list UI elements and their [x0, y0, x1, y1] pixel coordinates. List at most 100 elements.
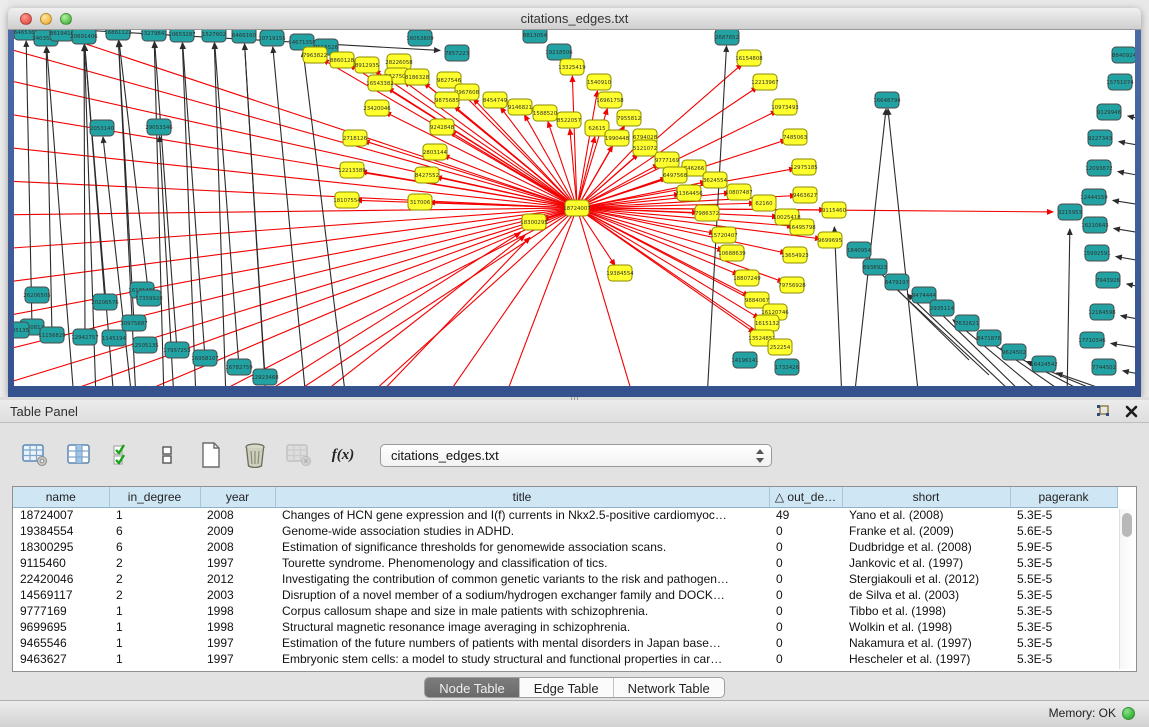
graph-node[interactable]: 9463627: [793, 187, 817, 203]
table-cell[interactable]: 1997: [200, 635, 275, 651]
select-all-icon[interactable]: [108, 440, 138, 470]
graph-node[interactable]: 252254: [768, 339, 792, 355]
graph-node[interactable]: 8471876: [977, 330, 1002, 346]
graph-node[interactable]: 16861122: [104, 30, 131, 40]
graph-node[interactable]: 8186328: [405, 69, 430, 85]
graph-node[interactable]: 62160: [752, 195, 776, 211]
graph-node[interactable]: 8860128: [330, 52, 355, 68]
table-cell[interactable]: 2012: [200, 571, 275, 587]
table-cell[interactable]: 5.9E-5: [1010, 539, 1117, 555]
table-cell[interactable]: Estimation of significance thresholds fo…: [275, 539, 769, 555]
table-cell[interactable]: 1: [109, 635, 200, 651]
graph-node[interactable]: 12942757: [71, 329, 98, 345]
table-cell[interactable]: 22420046: [13, 571, 109, 587]
graph-node[interactable]: 2687652: [715, 30, 739, 45]
graph-node[interactable]: 20691406: [70, 30, 98, 44]
graph-node[interactable]: 2718126: [343, 130, 368, 146]
table-cell[interactable]: Disruption of a novel member of a sodium…: [275, 587, 769, 603]
table-scrollbar[interactable]: [1119, 509, 1134, 669]
graph-node[interactable]: 12923468: [251, 369, 279, 385]
graph-node[interactable]: 7857223: [445, 45, 469, 61]
tab-node-table[interactable]: Node Table: [425, 678, 520, 697]
graph-node[interactable]: 1588520: [533, 105, 558, 121]
table-cell[interactable]: de Silva et al. (2003): [842, 587, 1010, 603]
graph-node[interactable]: 8522057: [557, 112, 581, 128]
graph-node[interactable]: 12093872: [1085, 160, 1112, 176]
graph-node[interactable]: 9305135: [14, 322, 29, 338]
graph-node[interactable]: 18300295: [520, 214, 547, 230]
graph-node[interactable]: 7744502: [1092, 359, 1116, 375]
graph-node[interactable]: 1840954: [847, 242, 872, 258]
graph-node[interactable]: 8840924: [1112, 47, 1135, 63]
graph-node[interactable]: 15720407: [710, 227, 737, 243]
table-cell[interactable]: 0: [769, 587, 842, 603]
table-cell[interactable]: 9699695: [13, 619, 109, 635]
graph-node[interactable]: 21364456: [675, 185, 703, 201]
graph-node[interactable]: 16961758: [596, 92, 624, 108]
graph-node[interactable]: 6466160: [232, 30, 257, 43]
table-cell[interactable]: 1997: [200, 651, 275, 667]
table-cell[interactable]: 1998: [200, 619, 275, 635]
table-cell[interactable]: Jankovic et al. (1997): [842, 555, 1010, 571]
graph-node[interactable]: 12213967: [751, 74, 778, 90]
graph-node[interactable]: 1540910: [587, 74, 612, 90]
graph-node[interactable]: 10653287: [168, 30, 195, 42]
table-cell[interactable]: 19384554: [13, 523, 109, 539]
graph-node[interactable]: 6497568: [663, 167, 688, 183]
network-canvas[interactable]: 1872400764653612403557286194102069140616…: [14, 30, 1135, 386]
graph-node[interactable]: 1733426: [775, 359, 800, 375]
memory-ok-indicator-icon[interactable]: [1122, 707, 1135, 720]
graph-node[interactable]: 1615132: [755, 315, 779, 331]
table-cell[interactable]: Dudbridge et al. (2008): [842, 539, 1010, 555]
table-row[interactable]: 946362711997Embryonic stem cells: a mode…: [13, 651, 1117, 667]
table-cell[interactable]: 9777169: [13, 603, 109, 619]
table-row[interactable]: 1830029562008Estimation of significance …: [13, 539, 1117, 555]
table-cell[interactable]: 0: [769, 619, 842, 635]
graph-node[interactable]: 12444159: [1080, 189, 1108, 205]
graph-node[interactable]: 9777169: [655, 152, 680, 168]
table-cell[interactable]: Investigating the contribution of common…: [275, 571, 769, 587]
graph-node[interactable]: 9624502: [1002, 344, 1026, 360]
column-header-short[interactable]: short: [842, 487, 1010, 507]
graph-node[interactable]: 7943926: [1096, 272, 1121, 288]
graph-node[interactable]: 7986372: [695, 205, 719, 221]
graph-node[interactable]: 8454749: [483, 92, 508, 108]
table-cell[interactable]: 5.3E-5: [1010, 603, 1117, 619]
graph-node[interactable]: 16495798: [788, 219, 816, 235]
graph-node[interactable]: 9875685: [435, 92, 459, 108]
table-cell[interactable]: Nakamura et al. (1997): [842, 635, 1010, 651]
graph-node[interactable]: 18807249: [733, 270, 761, 286]
table-cell[interactable]: Structural magnetic resonance image aver…: [275, 619, 769, 635]
tab-edge-table[interactable]: Edge Table: [520, 678, 614, 697]
graph-node[interactable]: 12975185: [790, 159, 817, 175]
graph-node[interactable]: 13325419: [558, 59, 586, 75]
graph-node[interactable]: 18724007: [563, 200, 590, 216]
table-cell[interactable]: Hescheler et al. (1997): [842, 651, 1010, 667]
graph-node[interactable]: 26206505: [23, 287, 50, 303]
graph-node[interactable]: 16154808: [735, 50, 763, 66]
tab-network-table[interactable]: Network Table: [614, 678, 724, 697]
table-cell[interactable]: 6: [109, 539, 200, 555]
graph-node[interactable]: 12164598: [1088, 304, 1116, 320]
table-cell[interactable]: 9465546: [13, 635, 109, 651]
table-row[interactable]: 2242004622012Investigating the contribut…: [13, 571, 1117, 587]
table-cell[interactable]: 2: [109, 555, 200, 571]
graph-node[interactable]: 9242848: [430, 119, 455, 135]
graph-node[interactable]: 8813054: [523, 30, 548, 43]
table-cell[interactable]: 5.3E-5: [1010, 587, 1117, 603]
table-cell[interactable]: 0: [769, 635, 842, 651]
graph-node[interactable]: 15751074: [1106, 74, 1134, 90]
table-row[interactable]: 946554611997Estimation of the future num…: [13, 635, 1117, 651]
table-cell[interactable]: 1: [109, 651, 200, 667]
table-cell[interactable]: 14569117: [13, 587, 109, 603]
graph-node[interactable]: 23420046: [363, 100, 391, 116]
delete-table-icon[interactable]: [240, 440, 270, 470]
table-cell[interactable]: 0: [769, 651, 842, 667]
graph-node[interactable]: 17710346: [1078, 332, 1106, 348]
graph-node[interactable]: 20206576: [91, 294, 119, 310]
table-row[interactable]: 1872400712008Changes of HCN gene express…: [13, 507, 1117, 523]
table-cell[interactable]: 2008: [200, 539, 275, 555]
table-cell[interactable]: Stergiakouli et al. (2012): [842, 571, 1010, 587]
table-cell[interactable]: 1998: [200, 603, 275, 619]
column-header-title[interactable]: title: [275, 487, 769, 507]
